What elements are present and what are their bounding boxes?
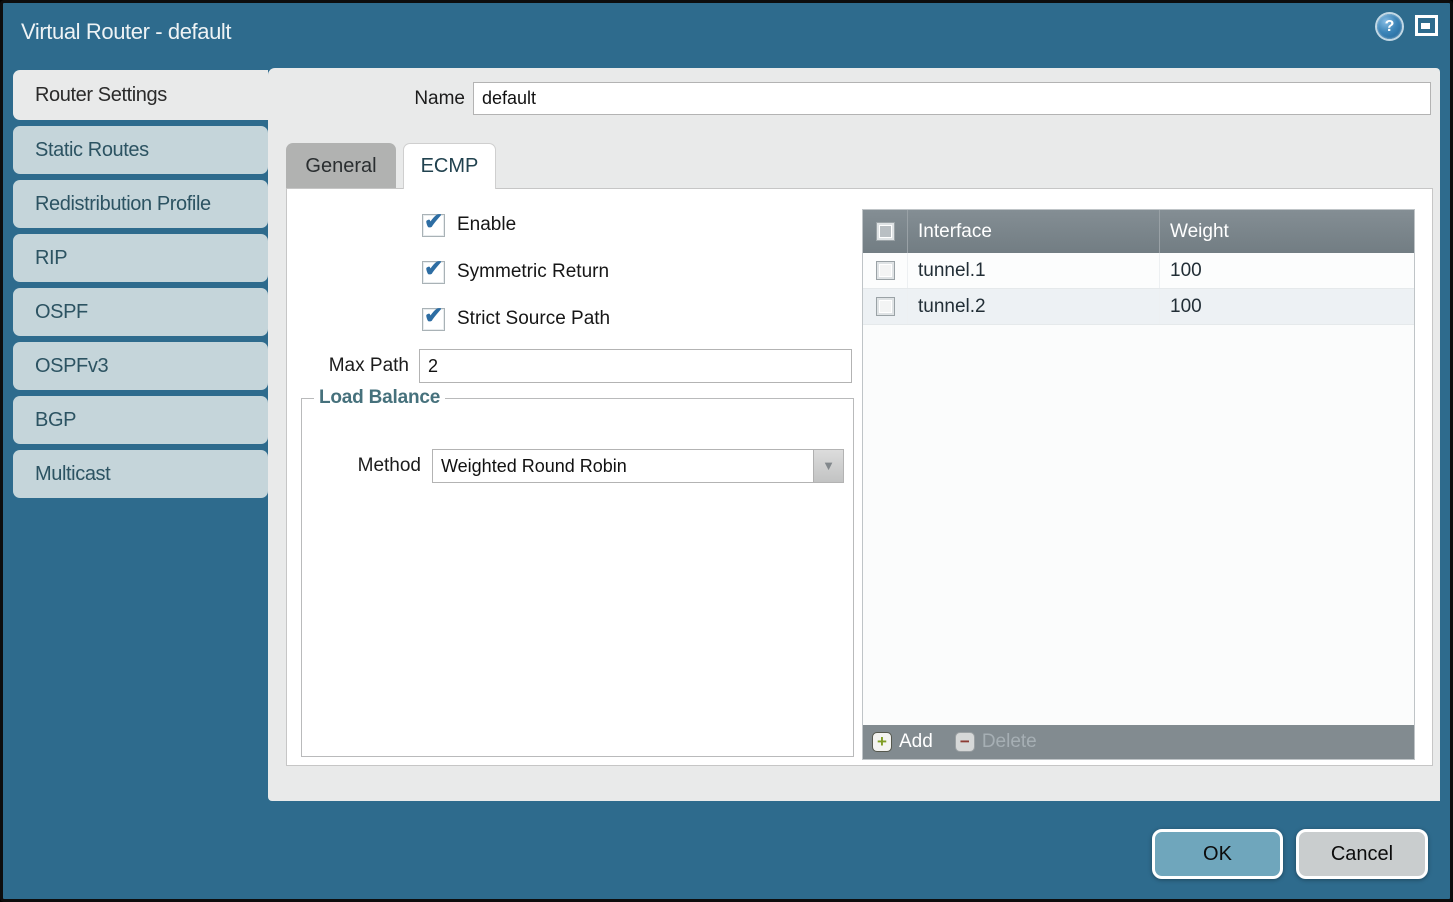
- virtual-router-dialog: Virtual Router - default ? Router Settin…: [0, 0, 1453, 902]
- symmetric-return-row: ✔ Symmetric Return: [422, 260, 609, 284]
- minus-icon: −: [955, 732, 975, 752]
- method-select[interactable]: Weighted Round Robin ▼: [432, 449, 844, 483]
- interface-column-header: Interface: [908, 210, 1160, 253]
- header-checkbox-cell: [863, 210, 908, 253]
- ok-button[interactable]: OK: [1152, 829, 1283, 879]
- chevron-down-icon[interactable]: ▼: [813, 450, 843, 482]
- sidebar-item-bgp[interactable]: BGP: [13, 396, 268, 444]
- enable-row: ✔ Enable: [422, 213, 516, 237]
- table-header: Interface Weight: [863, 210, 1414, 253]
- check-icon: ✔: [424, 255, 443, 282]
- row-checkbox-cell: [863, 253, 908, 288]
- name-label: Name: [363, 82, 465, 115]
- max-path-input[interactable]: [419, 349, 852, 383]
- table-footer: + Add − Delete: [863, 725, 1414, 759]
- interface-table: Interface Weight tunnel.1 100 tunnel.2 1…: [862, 209, 1415, 760]
- enable-label: Enable: [457, 214, 516, 236]
- sidebar-item-ospf[interactable]: OSPF: [13, 288, 268, 336]
- add-button-label: Add: [899, 731, 933, 753]
- sidebar-item-ospfv3[interactable]: OSPFv3: [13, 342, 268, 390]
- row-checkbox[interactable]: [876, 297, 895, 316]
- sidebar: Router Settings Static Routes Redistribu…: [13, 70, 268, 498]
- tab-general[interactable]: General: [286, 143, 396, 189]
- name-input[interactable]: [473, 82, 1431, 115]
- ecmp-tab-panel: ✔ Enable ✔ Symmetric Return ✔ Strict Sou…: [286, 188, 1433, 766]
- load-balance-fieldset: Load Balance Method Weighted Round Robin…: [301, 387, 854, 757]
- tab-ecmp[interactable]: ECMP: [403, 143, 496, 189]
- table-row[interactable]: tunnel.2 100: [863, 289, 1414, 325]
- max-path-label: Max Path: [287, 349, 409, 383]
- help-icon[interactable]: ?: [1377, 14, 1402, 39]
- dialog-title: Virtual Router - default: [21, 3, 231, 60]
- symmetric-return-label: Symmetric Return: [457, 261, 609, 283]
- window-icon[interactable]: [1415, 15, 1438, 36]
- interface-cell: tunnel.2: [908, 289, 1160, 324]
- strict-source-path-label: Strict Source Path: [457, 308, 610, 330]
- cancel-button[interactable]: Cancel: [1296, 829, 1428, 879]
- delete-button-label: Delete: [982, 731, 1037, 753]
- interface-cell: tunnel.1: [908, 253, 1160, 288]
- strict-source-path-checkbox[interactable]: ✔: [422, 308, 445, 331]
- content-area: Name General ECMP ✔ Enable ✔ Symmetric R…: [268, 68, 1440, 801]
- table-row[interactable]: tunnel.1 100: [863, 253, 1414, 289]
- plus-icon: +: [872, 732, 892, 752]
- sidebar-item-redistribution-profile[interactable]: Redistribution Profile: [13, 180, 268, 228]
- enable-checkbox[interactable]: ✔: [422, 214, 445, 237]
- select-all-checkbox[interactable]: [876, 222, 895, 241]
- sidebar-item-rip[interactable]: RIP: [13, 234, 268, 282]
- titlebar: Virtual Router - default ?: [3, 3, 1450, 60]
- check-icon: ✔: [424, 208, 443, 235]
- weight-cell: 100: [1160, 253, 1414, 288]
- check-icon: ✔: [424, 302, 443, 329]
- sidebar-item-static-routes[interactable]: Static Routes: [13, 126, 268, 174]
- load-balance-legend: Load Balance: [314, 387, 445, 409]
- weight-cell: 100: [1160, 289, 1414, 324]
- strict-source-path-row: ✔ Strict Source Path: [422, 307, 610, 331]
- symmetric-return-checkbox[interactable]: ✔: [422, 261, 445, 284]
- sidebar-item-multicast[interactable]: Multicast: [13, 450, 268, 498]
- method-label: Method: [302, 449, 421, 483]
- sidebar-item-router-settings[interactable]: Router Settings: [13, 70, 268, 120]
- table-empty-area: [863, 325, 1414, 725]
- row-checkbox-cell: [863, 289, 908, 324]
- add-button[interactable]: + Add: [872, 731, 933, 753]
- weight-column-header: Weight: [1160, 210, 1414, 253]
- method-selected-value: Weighted Round Robin: [441, 450, 627, 482]
- delete-button[interactable]: − Delete: [955, 731, 1037, 753]
- row-checkbox[interactable]: [876, 261, 895, 280]
